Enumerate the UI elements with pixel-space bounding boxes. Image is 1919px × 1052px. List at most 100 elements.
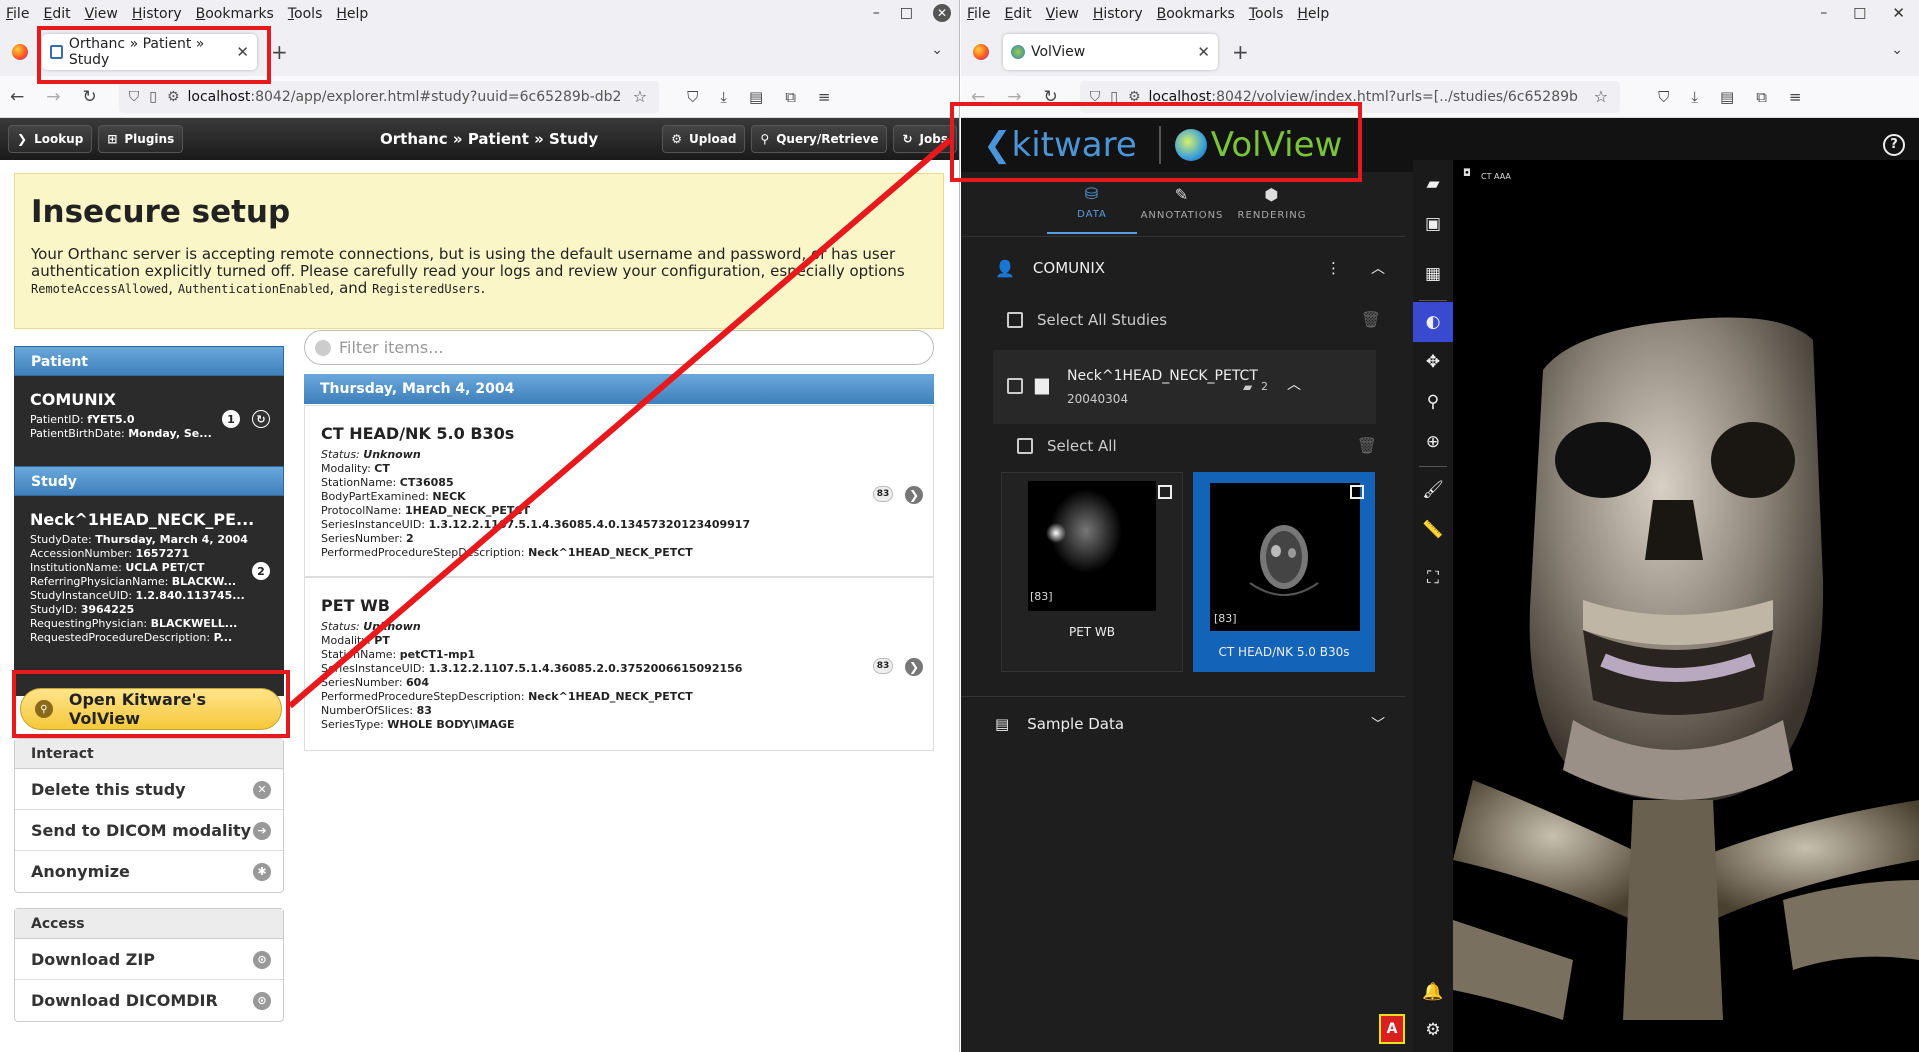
url-bar[interactable]: ⛉ ▯ ⚙ localhost:8042/volview/index.html?… (1079, 80, 1620, 113)
chevron-down-icon[interactable]: ⌄ (1891, 42, 1903, 58)
download-icon[interactable]: ⤓ (1691, 88, 1698, 106)
plugins-button[interactable]: ⊞ Plugins (98, 125, 184, 153)
bell-icon[interactable]: 🔔 (1413, 972, 1453, 1012)
menu-history[interactable]: History (1093, 6, 1143, 22)
more-vert-icon[interactable]: ⋮ (1326, 259, 1341, 277)
menu-view[interactable]: View (85, 6, 118, 22)
menu-edit[interactable]: Edit (43, 6, 70, 22)
tab-orthanc[interactable]: Orthanc » Patient » Study ✕ (42, 34, 257, 70)
trash-icon[interactable]: 🗑 (1361, 310, 1381, 329)
ruler-icon[interactable]: 📏 (1413, 510, 1453, 550)
back-icon[interactable]: ← (10, 87, 24, 107)
maximize-icon[interactable]: □ (900, 5, 913, 21)
refresh-icon[interactable]: ↻ (252, 410, 270, 428)
forward-icon[interactable]: → (46, 87, 60, 107)
permissions-icon[interactable]: ⚙ (167, 89, 180, 105)
download-icon[interactable]: ⤓ (720, 88, 727, 106)
lookup-button[interactable]: ❯ Lookup (8, 125, 93, 153)
tab-rendering[interactable]: ⬢ RENDERING (1227, 172, 1317, 234)
camera-icon[interactable]: ◘ (1463, 168, 1471, 179)
layout-icon[interactable]: ▦ (1413, 254, 1453, 294)
pocket-icon[interactable]: ⛉ (1658, 88, 1669, 106)
extensions-icon[interactable]: ⧉ (1756, 88, 1767, 106)
thumbnail-checkbox[interactable] (1350, 485, 1364, 499)
reload-icon[interactable]: ↻ (1044, 87, 1058, 107)
paint-icon[interactable]: 🖌 (1413, 470, 1453, 510)
tab-volview[interactable]: VolView ✕ (1003, 34, 1218, 70)
upload-button[interactable]: ⚙ Upload (662, 125, 746, 153)
forward-icon[interactable]: → (1007, 87, 1021, 107)
menu-bookmarks[interactable]: Bookmarks (1157, 6, 1235, 22)
extensions-icon[interactable]: ⧉ (785, 88, 796, 106)
chevron-down-icon[interactable]: ﹀ (1371, 714, 1385, 734)
new-tab-icon[interactable]: + (1232, 40, 1249, 64)
menu-tools[interactable]: Tools (288, 6, 323, 22)
chevron-up-icon[interactable]: ︿ (1371, 258, 1385, 278)
query-retrieve-button[interactable]: ⚲ Query/Retrieve (751, 125, 888, 153)
menu-file[interactable]: File (6, 6, 29, 22)
open-volview-button[interactable]: ⚲ Open Kitware's VolView (20, 688, 282, 730)
jobs-button[interactable]: ↻ Jobs (893, 125, 957, 153)
shield-icon[interactable]: ⛉ (129, 89, 140, 105)
close-window-icon[interactable]: ✕ (933, 4, 951, 22)
send-dicom-button[interactable]: Send to DICOM modality ➔ (15, 810, 283, 851)
chevron-up-icon[interactable]: ︿ (1287, 374, 1301, 394)
select-all-checkbox[interactable] (1017, 437, 1033, 454)
menu-view[interactable]: View (1046, 6, 1079, 22)
thumbnail-ct-head[interactable]: [83] CT HEAD/NK 5.0 B30s (1193, 472, 1375, 672)
series-item[interactable]: PET WB Status: Unknown Modality: PT Stat… (304, 577, 934, 751)
menu-file[interactable]: File (967, 6, 990, 22)
delete-study-button[interactable]: Delete this study ✕ (15, 769, 283, 810)
anonymize-button[interactable]: Anonymize ✱ (15, 851, 283, 892)
menu-edit[interactable]: Edit (1004, 6, 1031, 22)
select-all-studies-checkbox[interactable] (1007, 311, 1023, 328)
maximize-icon[interactable]: □ (1853, 5, 1866, 21)
series-item[interactable]: CT HEAD/NK 5.0 B30s Status: Unknown Moda… (304, 405, 934, 577)
menu-help[interactable]: Help (336, 6, 368, 22)
minimize-icon[interactable]: – (1820, 5, 1827, 21)
hamburger-menu-icon[interactable]: ≡ (1789, 88, 1802, 106)
study-card[interactable]: Neck^1HEAD_NECK_PE... StudyDate: Thursda… (14, 496, 284, 696)
menu-history[interactable]: History (132, 6, 182, 22)
crosshairs-icon[interactable]: ⊕ (1413, 422, 1453, 462)
patient-row[interactable]: 👤 COMUNIX ⋮ ︿ (995, 258, 1385, 278)
chevron-right-icon[interactable]: ❯ (905, 486, 923, 504)
bookmark-star-icon[interactable]: ☆ (1594, 87, 1608, 106)
reload-icon[interactable]: ↻ (83, 87, 97, 107)
permissions-icon[interactable]: ⚙ (1128, 89, 1141, 105)
tab-data[interactable]: ⛁ DATA (1047, 172, 1137, 234)
thumbnail-pet-wb[interactable]: [83] PET WB (1001, 472, 1183, 672)
download-dicomdir-button[interactable]: Download DICOMDIR ⊙ (15, 980, 283, 1021)
new-tab-icon[interactable]: + (271, 40, 288, 64)
thumbnail-checkbox[interactable] (1158, 485, 1172, 499)
folder-open-icon[interactable]: ▰ (1413, 164, 1453, 204)
close-tab-icon[interactable]: ✕ (1197, 43, 1210, 61)
chevron-down-icon[interactable]: ⌄ (931, 42, 943, 58)
shield-icon[interactable]: ⛉ (1090, 89, 1101, 105)
reader-icon[interactable]: ▤ (749, 88, 763, 106)
trash-icon[interactable]: 🗑 (1357, 436, 1377, 455)
tab-annotations[interactable]: ✎ ANNOTATIONS (1137, 172, 1227, 234)
minimize-icon[interactable]: – (873, 5, 880, 21)
bookmark-star-icon[interactable]: ☆ (633, 87, 647, 106)
study-checkbox[interactable] (1007, 378, 1023, 394)
menu-bookmarks[interactable]: Bookmarks (196, 6, 274, 22)
help-icon[interactable]: ? (1883, 134, 1905, 156)
filter-input[interactable]: Filter items... (304, 330, 934, 365)
menu-tools[interactable]: Tools (1249, 6, 1284, 22)
chevron-right-icon[interactable]: ❯ (905, 658, 923, 676)
url-bar[interactable]: ⛉ ▯ ⚙ localhost:8042/app/explorer.html#s… (118, 80, 659, 113)
close-window-icon[interactable]: ✕ (1892, 4, 1905, 22)
close-tab-icon[interactable]: ✕ (236, 43, 249, 61)
crop-icon[interactable]: ⛶ (1413, 558, 1453, 598)
study-row[interactable]: ▆ Neck^1HEAD_NECK_PETCT 20040304 ▰ 2 ︿ (993, 350, 1376, 424)
hamburger-menu-icon[interactable]: ≡ (818, 88, 831, 106)
pocket-icon[interactable]: ⛉ (687, 88, 698, 106)
menu-help[interactable]: Help (1297, 6, 1329, 22)
download-zip-button[interactable]: Download ZIP ⊙ (15, 939, 283, 980)
pan-icon[interactable]: ✥ (1413, 342, 1453, 382)
reader-icon[interactable]: ▤ (1720, 88, 1734, 106)
back-icon[interactable]: ← (971, 87, 985, 107)
sample-data-row[interactable]: ▤ Sample Data ﹀ (995, 714, 1385, 734)
save-icon[interactable]: ▣ (1413, 204, 1453, 244)
